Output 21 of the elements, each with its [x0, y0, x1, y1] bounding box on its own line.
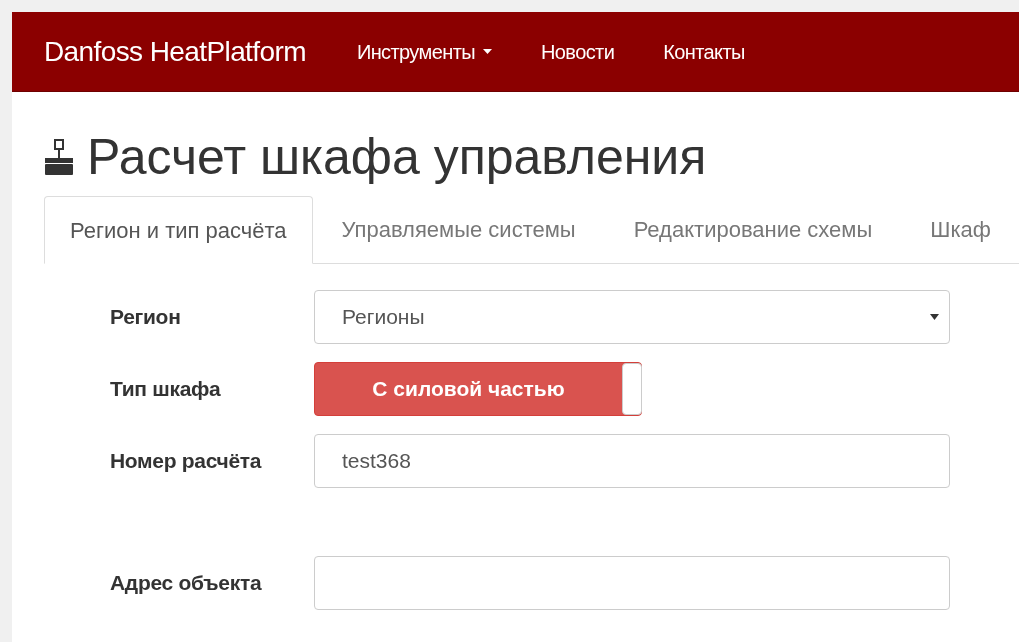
input-field[interactable]: [314, 556, 950, 610]
toggle-switch[interactable]: С силовой частью: [314, 362, 642, 416]
page-title: Расчет шкафа управления: [87, 132, 707, 182]
nav-link[interactable]: Инструменты: [356, 36, 492, 67]
nav-link[interactable]: Контакты: [663, 36, 745, 67]
field-label: Номер расчёта: [110, 448, 263, 475]
field-label: Регион: [110, 304, 182, 331]
tab[interactable]: Шкаф: [901, 196, 1019, 263]
nav-link[interactable]: Новости: [541, 36, 615, 67]
brand-link[interactable]: Danfoss HeatPlatform: [44, 30, 306, 73]
field-label: Тип шкафа: [110, 376, 222, 403]
field-label: Адрес объекта: [110, 570, 263, 597]
dropdown-arrow-icon: [930, 314, 939, 320]
select-value: Регионы: [342, 304, 425, 331]
tab[interactable]: Управляемые системы: [312, 196, 605, 263]
tab[interactable]: Регион и тип расчёта: [44, 196, 313, 264]
tab[interactable]: Редактирование схемы: [604, 196, 902, 263]
network-icon: [45, 139, 73, 175]
caret-icon: [483, 49, 492, 54]
select-field[interactable]: Регионы: [314, 290, 950, 344]
input-field[interactable]: test368: [314, 434, 950, 488]
